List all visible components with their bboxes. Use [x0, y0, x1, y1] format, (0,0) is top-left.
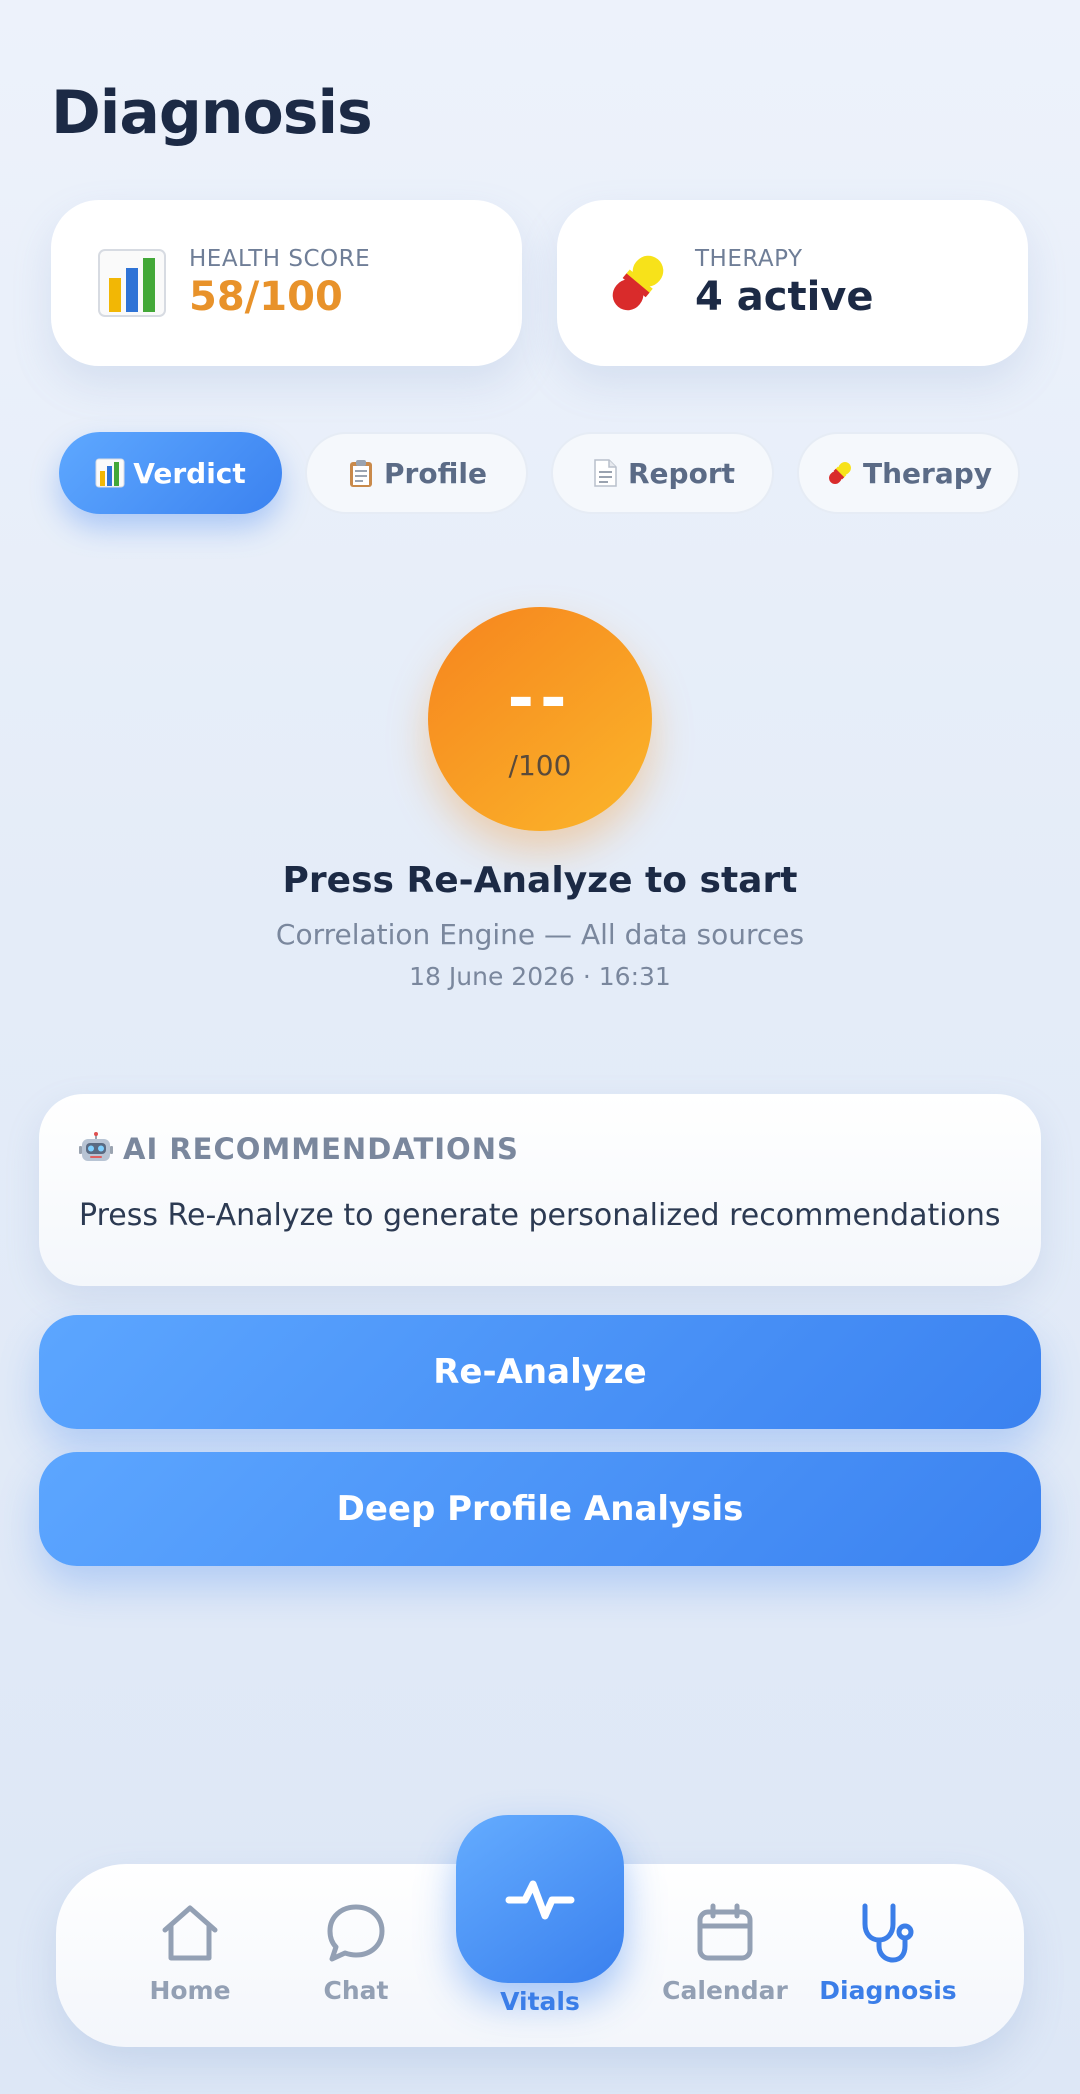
verdict-title: Press Re-Analyze to start: [282, 860, 798, 901]
pulse-icon: [505, 1880, 575, 1920]
nav-diagnosis[interactable]: Diagnosis: [808, 1864, 968, 2047]
clipboard-icon: [350, 460, 373, 487]
health-score-card[interactable]: HEALTH SCORE 58/100: [51, 200, 522, 366]
ai-recommendations-text: Press Re-Analyze to generate personalize…: [79, 1198, 1001, 1233]
reanalyze-button[interactable]: Re-Analyze: [39, 1315, 1041, 1429]
stethoscope-icon: [862, 1903, 914, 1963]
nav-diagnosis-label: Diagnosis: [819, 1976, 957, 2005]
pill-icon: [612, 255, 664, 311]
nav-calendar-label: Calendar: [662, 1976, 788, 2005]
verdict-subtitle: Correlation Engine — All data sources: [275, 918, 805, 951]
calendar-icon: [697, 1903, 753, 1961]
score-circle: -- /100: [428, 607, 652, 831]
robot-icon: [79, 1132, 113, 1161]
therapy-value: 4 active: [695, 274, 874, 320]
therapy-card[interactable]: THERAPY 4 active: [557, 200, 1028, 366]
nav-home-label: Home: [149, 1976, 231, 2005]
page-title: Diagnosis: [51, 78, 373, 148]
section-tabs: Verdict Profile Report Therapy: [0, 432, 1080, 514]
vitals-button[interactable]: [456, 1815, 624, 1983]
bar-chart-icon: [95, 458, 125, 488]
chat-bubble-icon: [327, 1904, 385, 1962]
document-icon: [594, 459, 617, 487]
score-value: --: [507, 661, 573, 736]
tab-therapy[interactable]: Therapy: [797, 432, 1020, 514]
tab-report-label: Report: [627, 456, 736, 490]
ai-recommendations-title: AI RECOMMENDATIONS: [123, 1132, 519, 1166]
health-score-value: 58/100: [189, 274, 343, 320]
bar-chart-icon: [98, 249, 166, 317]
ai-recommendations-card: AI RECOMMENDATIONS Press Re-Analyze to g…: [39, 1094, 1041, 1286]
therapy-label: THERAPY: [695, 246, 803, 272]
tab-profile-label: Profile: [384, 456, 487, 490]
ai-recommendations-heading: AI RECOMMENDATIONS: [79, 1132, 519, 1166]
verdict-date: 18 June 2026 · 16:31: [409, 962, 671, 991]
health-score-label: HEALTH SCORE: [189, 246, 371, 272]
nav-vitals-label[interactable]: Vitals: [456, 1987, 624, 2016]
home-icon: [162, 1905, 218, 1961]
tab-therapy-label: Therapy: [862, 456, 993, 490]
nav-chat-label: Chat: [323, 1976, 389, 2005]
tab-report[interactable]: Report: [551, 432, 774, 514]
tab-verdict-label: Verdict: [133, 456, 246, 490]
deep-profile-analysis-button[interactable]: Deep Profile Analysis: [39, 1452, 1041, 1566]
score-max: /100: [508, 748, 572, 782]
tab-verdict[interactable]: Verdict: [59, 432, 282, 514]
nav-calendar[interactable]: Calendar: [645, 1864, 805, 2047]
nav-chat[interactable]: Chat: [276, 1864, 436, 2047]
tab-profile[interactable]: Profile: [305, 432, 528, 514]
nav-home[interactable]: Home: [110, 1864, 270, 2047]
pill-icon: [829, 462, 851, 484]
